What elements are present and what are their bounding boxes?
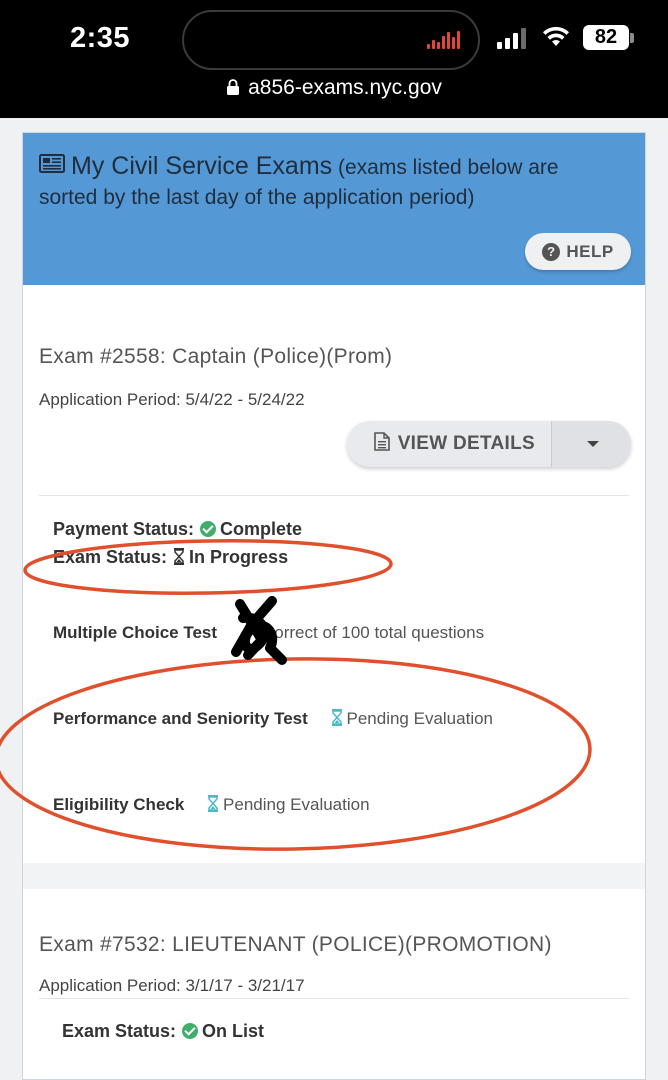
payment-status: Payment Status: Complete <box>53 519 302 540</box>
card-separator <box>23 863 645 889</box>
battery-indicator: 82 <box>583 25 629 50</box>
check-circle-icon <box>182 1023 199 1039</box>
test-label: Performance and Seniority Test <box>53 709 308 728</box>
audio-indicator-icon <box>425 31 460 51</box>
more-options-dropdown[interactable] <box>552 421 631 467</box>
payment-status-value: Complete <box>220 519 303 539</box>
page-title: My Civil Service Exams <box>71 152 333 180</box>
view-details-label: VIEW DETAILS <box>397 433 535 454</box>
divider <box>39 495 629 496</box>
view-details-button[interactable]: VIEW DETAILS <box>347 421 551 467</box>
address-bar[interactable]: a856-exams.nyc.gov <box>0 76 668 100</box>
help-button[interactable]: ? HELP <box>525 233 631 270</box>
exam-status-label: Exam Status: <box>53 547 168 567</box>
test-row: Performance and Seniority Test Pending E… <box>53 709 493 729</box>
application-period: Application Period: 3/1/17 - 3/21/17 <box>39 976 305 995</box>
hourglass-icon <box>331 709 342 726</box>
test-label: Eligibility Check <box>53 795 185 814</box>
exams-panel: My Civil Service Exams (exams listed bel… <box>22 132 646 1080</box>
question-icon: ? <box>542 243 561 261</box>
hourglass-icon <box>174 548 185 565</box>
exam-title: Exam #7532: LIEUTENANT (POLICE)(PROMOTIO… <box>39 933 552 956</box>
newspaper-icon <box>39 154 65 173</box>
application-period: Application Period: 5/4/22 - 5/24/22 <box>39 390 305 409</box>
panel-header: My Civil Service Exams (exams listed bel… <box>23 133 645 285</box>
lock-icon <box>227 79 240 95</box>
exam-status-label: Exam Status: <box>62 1021 177 1041</box>
test-value: Pending Evaluation <box>223 795 370 814</box>
test-value: Pending Evaluation <box>346 709 494 728</box>
test-row: Eligibility Check Pending Evaluation <box>53 795 370 815</box>
cellular-signal-icon <box>497 28 529 50</box>
dynamic-island <box>182 10 480 70</box>
document-icon <box>373 432 390 451</box>
status-bar: 2:35 82 a856-exams.nyc.gov <box>0 0 668 118</box>
exam-status: Exam Status: In Progress <box>53 547 288 568</box>
payment-status-label: Payment Status: <box>53 519 195 539</box>
exam-status: Exam Status: On List <box>62 1021 264 1042</box>
exam-status-value: On List <box>202 1021 265 1041</box>
exam-status-value: In Progress <box>189 547 289 567</box>
test-value: correct of 100 total questions <box>265 623 485 642</box>
test-row: Multiple Choice Test correct of 100 tota… <box>53 623 484 643</box>
clock: 2:35 <box>70 22 131 54</box>
hourglass-icon <box>208 795 219 812</box>
url-text: a856-exams.nyc.gov <box>248 76 442 99</box>
help-label: HELP <box>566 242 614 261</box>
exam-title: Exam #2558: Captain (Police)(Prom) <box>39 345 393 368</box>
panel-title: My Civil Service Exams (exams listed bel… <box>39 151 609 213</box>
check-circle-icon <box>200 521 217 537</box>
page-content: My Civil Service Exams (exams listed bel… <box>0 118 668 1080</box>
battery-nub <box>630 33 634 43</box>
test-label: Multiple Choice Test <box>53 623 218 642</box>
divider <box>39 998 629 999</box>
caret-down-icon <box>587 441 599 447</box>
view-details-split-button: VIEW DETAILS <box>347 421 631 467</box>
wifi-icon <box>543 26 569 46</box>
